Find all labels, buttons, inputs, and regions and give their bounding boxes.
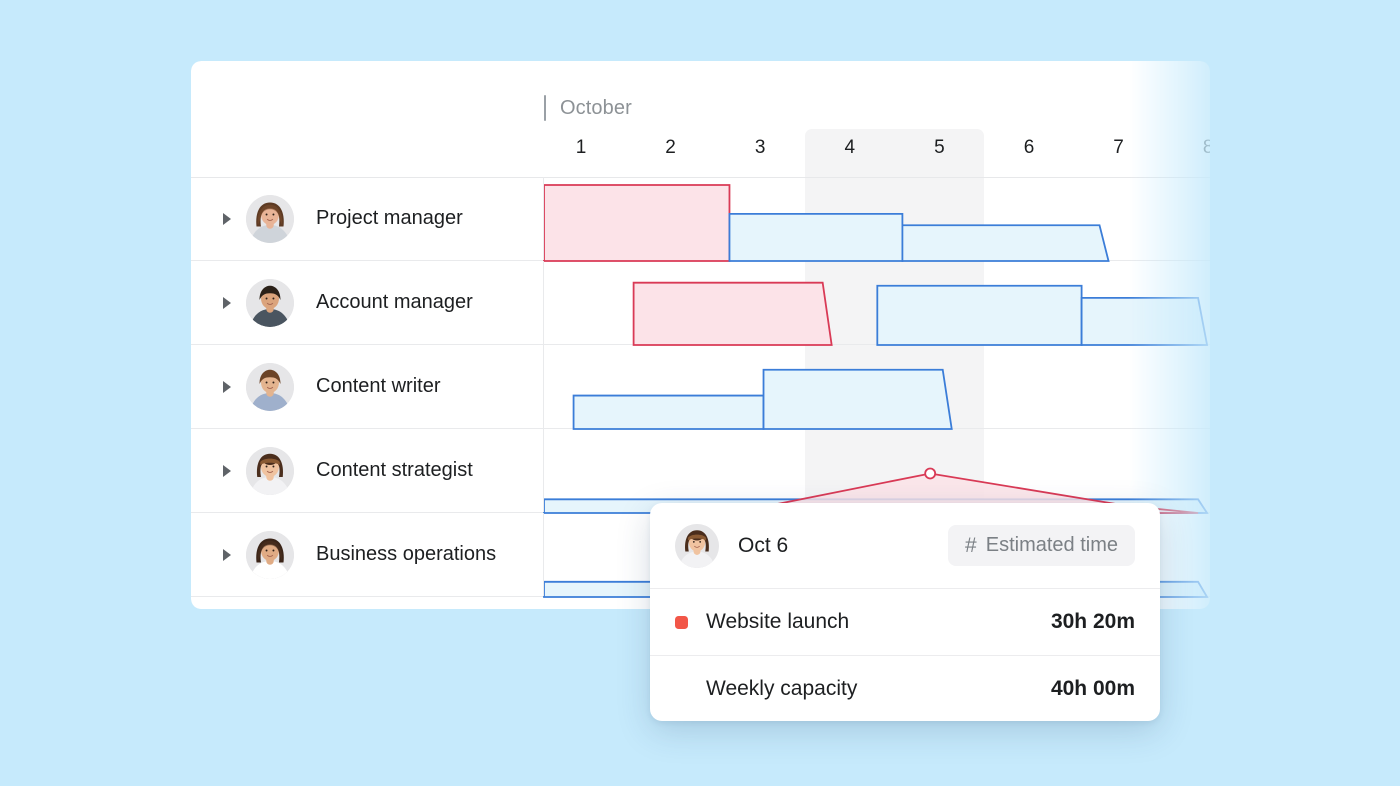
- day-tick-5: 5: [934, 137, 945, 158]
- month-label-group: October: [544, 95, 632, 121]
- row-label-cell[interactable]: Content writer: [191, 345, 544, 428]
- day-tick-2: 2: [665, 137, 676, 158]
- chevron-right-icon[interactable]: [223, 212, 231, 225]
- avatar: [246, 362, 294, 411]
- popup-task-value: 30h 20m: [1050, 610, 1135, 633]
- row-name-label: Project manager: [316, 207, 463, 229]
- row-name-label: Content strategist: [316, 459, 473, 481]
- day-tick-1: 1: [575, 137, 587, 158]
- avatar: [246, 446, 294, 495]
- table-row[interactable]: Project manager: [191, 177, 1210, 262]
- estimated-time-label: Estimated time: [985, 534, 1118, 556]
- workload-segment[interactable]: [901, 224, 1110, 262]
- table-row[interactable]: Account manager: [191, 261, 1210, 346]
- day-tick-6: 6: [1023, 137, 1035, 158]
- workload-chart-track[interactable]: [544, 261, 1210, 346]
- workload-segment[interactable]: [762, 368, 953, 430]
- day-tick-row: 1 2 3 4 5 6 7 8: [191, 137, 1210, 177]
- workload-segment[interactable]: [632, 281, 833, 346]
- timeline-header: October 1 2 3 4 5 6 7 8: [191, 61, 1210, 178]
- avatar: [246, 530, 294, 579]
- estimated-time-chip[interactable]: # Estimated time: [948, 525, 1135, 566]
- workload-segment[interactable]: [876, 284, 1083, 346]
- workload-chart-track[interactable]: [543, 177, 1210, 262]
- month-tick-marker: [544, 95, 546, 121]
- avatar: [246, 278, 294, 327]
- row-name-label: Business operations: [316, 543, 497, 565]
- table-row[interactable]: Content strategist: [191, 429, 1210, 514]
- row-label-cell[interactable]: Project manager: [191, 177, 544, 260]
- popup-task-label: Website launch: [706, 610, 850, 633]
- month-label: October: [560, 96, 632, 119]
- workload-chart-track[interactable]: [543, 429, 1210, 514]
- table-row[interactable]: Content writer: [191, 345, 1210, 430]
- avatar: [246, 194, 294, 243]
- row-name-label: Account manager: [316, 291, 473, 313]
- row-name-label: Content writer: [316, 375, 441, 397]
- day-tick-8: 8: [1202, 137, 1210, 158]
- popup-task-row[interactable]: Website launch 30h 20m: [650, 589, 1160, 655]
- workload-detail-popup[interactable]: Oct 6 # Estimated time Website launch 30…: [650, 503, 1160, 721]
- workload-segment[interactable]: [1080, 296, 1209, 346]
- status-dot-icon: [675, 615, 688, 629]
- chevron-right-icon[interactable]: [223, 296, 231, 309]
- workload-segment[interactable]: [543, 184, 731, 262]
- day-tick-7: 7: [1113, 137, 1124, 158]
- avatar: [675, 523, 719, 568]
- popup-capacity-label: Weekly capacity: [706, 676, 858, 700]
- popup-capacity-row: Weekly capacity 40h 00m: [650, 655, 1160, 721]
- day-tick-4: 4: [844, 137, 856, 158]
- hash-icon: #: [965, 534, 977, 557]
- popup-capacity-value: 40h 00m: [1050, 676, 1135, 700]
- chevron-right-icon[interactable]: [223, 548, 231, 561]
- popup-header: Oct 6 # Estimated time: [650, 503, 1160, 589]
- row-label-cell[interactable]: Content strategist: [191, 429, 544, 512]
- row-label-cell[interactable]: Account manager: [191, 261, 544, 344]
- workload-chart-track[interactable]: [544, 345, 1210, 430]
- popup-date-label: Oct 6: [738, 533, 789, 557]
- peak-marker-dot[interactable]: [924, 467, 937, 480]
- workload-segment[interactable]: [728, 212, 904, 262]
- workload-segment[interactable]: [572, 394, 765, 430]
- chevron-right-icon[interactable]: [223, 464, 231, 477]
- row-label-cell[interactable]: Business operations: [191, 513, 544, 596]
- chevron-right-icon[interactable]: [223, 380, 231, 393]
- day-tick-3: 3: [754, 137, 766, 158]
